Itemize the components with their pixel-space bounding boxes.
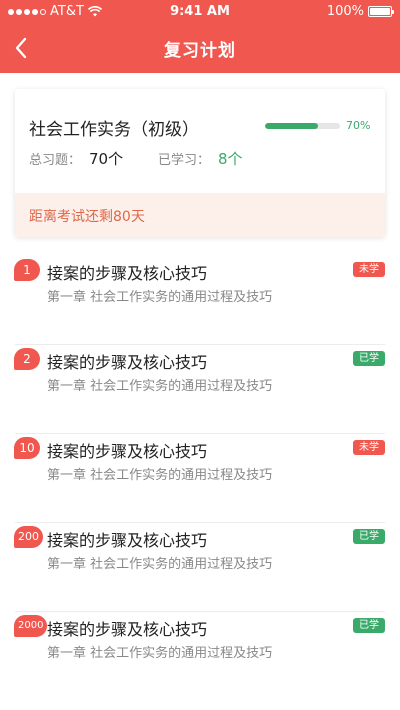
item-subtitle: 第一章 社会工作实务的通用过程及技巧 — [47, 290, 273, 305]
item-number-badge: 2 — [14, 348, 40, 370]
list-item[interactable]: 200 接案的步骤及核心技巧 第一章 社会工作实务的通用过程及技巧 已学 — [0, 523, 400, 612]
status-badge: 未学 — [353, 262, 385, 277]
status-bar: AT&T 9:41 AM 100% — [0, 0, 400, 24]
course-card-summary: 社会工作实务（初级） 70% 总习题： 70个 已学习： 8个 — [15, 89, 385, 193]
course-card[interactable]: 社会工作实务（初级） 70% 总习题： 70个 已学习： 8个 距离考试还剩80… — [15, 89, 385, 237]
list-item[interactable]: 10 接案的步骤及核心技巧 第一章 社会工作实务的通用过程及技巧 未学 — [0, 434, 400, 523]
item-subtitle: 第一章 社会工作实务的通用过程及技巧 — [47, 557, 273, 572]
exam-countdown-bar: 距离考试还剩80天 — [15, 193, 385, 237]
page-title: 复习计划 — [164, 41, 236, 61]
progress-bar-fill — [265, 123, 318, 129]
status-badge: 已学 — [353, 618, 385, 633]
item-number-badge: 10 — [14, 437, 40, 459]
progress-bar — [265, 123, 340, 129]
total-questions: 总习题： 70个 — [29, 148, 123, 169]
item-title: 接案的步骤及核心技巧 — [47, 264, 208, 283]
item-title: 接案的步骤及核心技巧 — [47, 620, 208, 639]
item-number-badge: 200 — [14, 526, 43, 548]
item-title: 接案的步骤及核心技巧 — [47, 531, 208, 550]
list-item[interactable]: 2 接案的步骤及核心技巧 第一章 社会工作实务的通用过程及技巧 已学 — [0, 345, 400, 434]
course-title: 社会工作实务（初级） — [29, 120, 199, 140]
status-right: 100% — [326, 4, 394, 19]
item-title: 接案的步骤及核心技巧 — [47, 442, 208, 461]
progress-percent: 70% — [346, 119, 371, 132]
learned-questions-value: 8个 — [218, 150, 243, 168]
exam-countdown-text: 距离考试还剩80天 — [29, 209, 145, 225]
item-subtitle: 第一章 社会工作实务的通用过程及技巧 — [47, 646, 273, 661]
status-badge: 已学 — [353, 351, 385, 366]
item-subtitle: 第一章 社会工作实务的通用过程及技巧 — [47, 379, 273, 394]
item-number-badge: 2000 — [14, 615, 48, 637]
item-subtitle: 第一章 社会工作实务的通用过程及技巧 — [47, 468, 273, 483]
learned-questions: 已学习： 8个 — [158, 148, 243, 169]
battery-percent: 100% — [326, 4, 364, 19]
total-questions-value: 70个 — [89, 150, 124, 168]
learned-questions-label: 已学习： — [158, 153, 211, 168]
status-badge: 已学 — [353, 529, 385, 544]
total-questions-label: 总习题： — [29, 153, 82, 168]
list-item[interactable]: 1 接案的步骤及核心技巧 第一章 社会工作实务的通用过程及技巧 未学 — [0, 256, 400, 345]
item-title: 接案的步骤及核心技巧 — [47, 353, 208, 372]
list-item[interactable]: 2000 接案的步骤及核心技巧 第一章 社会工作实务的通用过程及技巧 已学 — [0, 612, 400, 701]
battery-icon — [368, 6, 394, 17]
header: AT&T 9:41 AM 100% 复习计划 — [0, 0, 400, 73]
nav-bar: 复习计划 — [0, 24, 400, 73]
item-number-badge: 1 — [14, 259, 40, 281]
status-badge: 未学 — [353, 440, 385, 455]
